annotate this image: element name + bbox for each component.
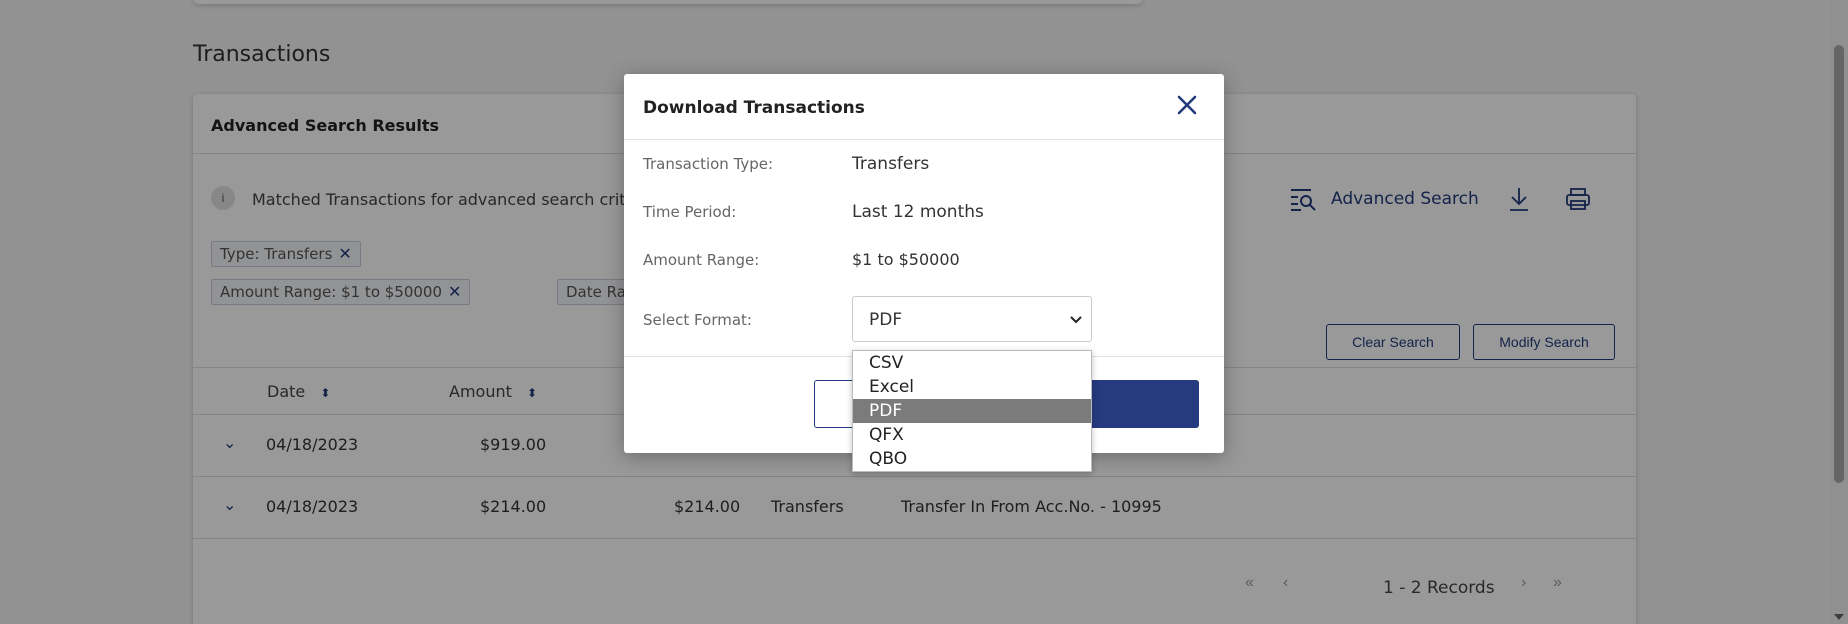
format-select[interactable]: PDF <box>852 296 1092 342</box>
transaction-type-label: Transaction Type: <box>643 155 774 173</box>
time-period-value: Last 12 months <box>852 202 984 222</box>
chevron-down-icon <box>1070 316 1082 324</box>
format-option-excel[interactable]: Excel <box>853 375 1091 399</box>
modal-title: Download Transactions <box>643 98 865 118</box>
format-option-pdf[interactable]: PDF <box>853 399 1091 423</box>
format-dropdown-list: CSV Excel PDF QFX QBO <box>852 350 1092 472</box>
amount-range-label: Amount Range: <box>643 251 760 269</box>
select-format-label: Select Format: <box>643 311 752 329</box>
close-button[interactable] <box>1172 90 1202 120</box>
transaction-type-value: Transfers <box>852 154 930 174</box>
format-option-csv[interactable]: CSV <box>853 351 1091 375</box>
amount-range-value: $1 to $50000 <box>852 250 960 269</box>
format-select-value: PDF <box>869 310 903 330</box>
modal-header: Download Transactions <box>624 74 1224 140</box>
format-option-qbo[interactable]: QBO <box>853 447 1091 471</box>
close-icon <box>1177 95 1197 115</box>
format-option-qfx[interactable]: QFX <box>853 423 1091 447</box>
time-period-label: Time Period: <box>643 203 737 221</box>
